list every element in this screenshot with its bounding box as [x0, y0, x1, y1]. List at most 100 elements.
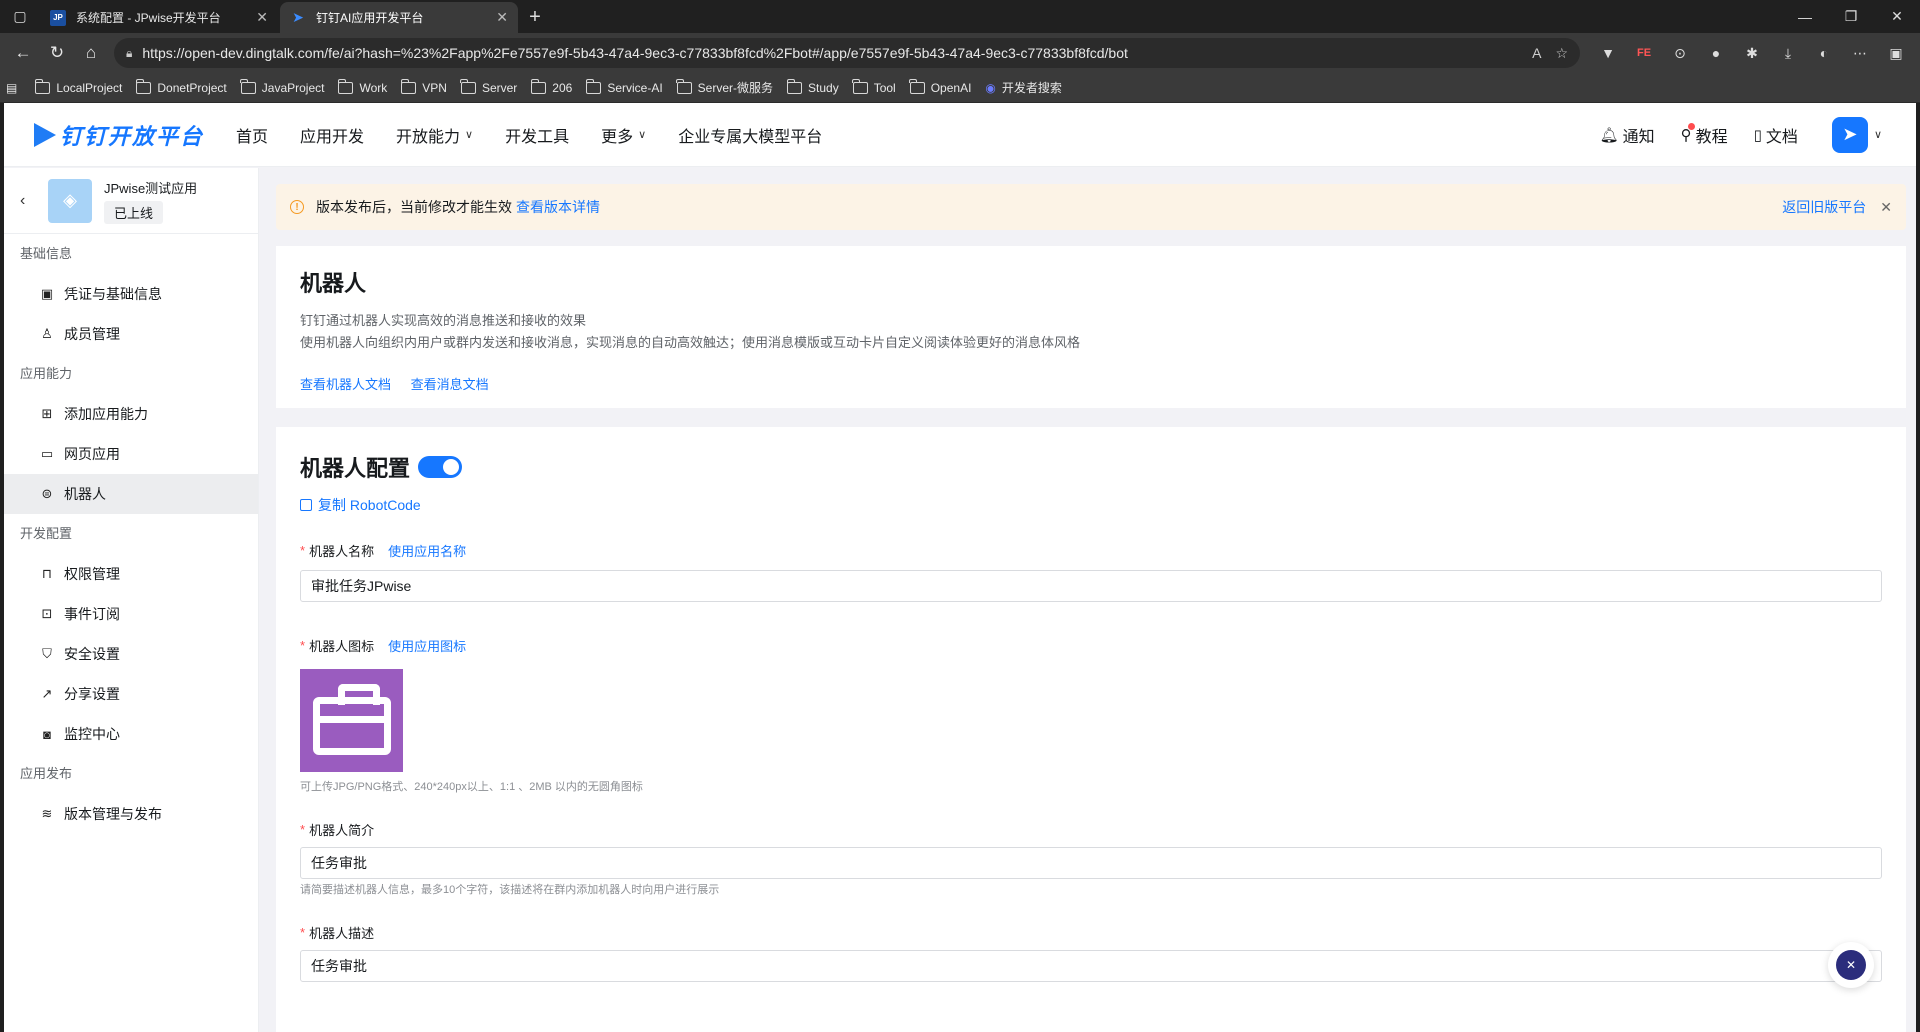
reading-list-icon[interactable]: ▤: [6, 81, 17, 95]
bookmark-label: Server: [481, 80, 518, 95]
robot-icon-upload[interactable]: [300, 669, 403, 772]
read-aloud-icon[interactable]: A: [1532, 45, 1541, 61]
extension-dot-icon[interactable]: ●: [1698, 38, 1734, 68]
download-icon[interactable]: ⤓: [1770, 38, 1806, 68]
book-icon: ▯: [1753, 126, 1762, 144]
bookmark-item[interactable]: OpenAI: [909, 78, 971, 95]
nav-enterprise-llm[interactable]: 企业专属大模型平台: [678, 123, 822, 147]
sidebar-item-label: 事件订阅: [64, 606, 120, 622]
sidebar-item-permissions[interactable]: ⊓ 权限管理: [4, 554, 258, 594]
close-icon[interactable]: ✕: [1880, 199, 1892, 216]
bookmarks-bar: ▤ LocalProject DonetProject JavaProject …: [0, 73, 1920, 103]
sidebar: ‹ ◈ JPwise测试应用 已上线 基础信息 ▣ 凭证与基础信息 ♙ 成员管理 应…: [4, 168, 259, 1032]
message-doc-link[interactable]: 查看消息文档: [411, 377, 489, 392]
robot-name-input[interactable]: 审批任务JPwise: [300, 570, 1882, 602]
use-app-icon-link[interactable]: 使用应用图标: [388, 636, 466, 655]
sidebar-item-members[interactable]: ♙ 成员管理: [4, 314, 258, 354]
url-input[interactable]: 🔒︎ https://open-dev.dingtalk.com/fe/ai?h…: [114, 38, 1580, 68]
back-icon[interactable]: ←: [6, 37, 40, 69]
back-arrow-icon[interactable]: ‹: [20, 192, 48, 210]
id-card-icon: ▣: [40, 286, 54, 301]
sidebar-item-security[interactable]: ⛉ 安全设置: [4, 634, 258, 674]
sidebar-item-web-app[interactable]: ▭ 网页应用: [4, 434, 258, 474]
sidebar-item-credentials[interactable]: ▣ 凭证与基础信息: [4, 274, 258, 314]
sidebar-item-add-capability[interactable]: ⊞ 添加应用能力: [4, 394, 258, 434]
bookmark-item[interactable]: Tool: [852, 78, 896, 95]
browser-tab-1[interactable]: JP 系统配置 - JPwise开发平台 ✕: [40, 2, 278, 33]
tutorial-label: 教程: [1695, 128, 1728, 146]
required-mark: *: [300, 925, 306, 940]
use-app-name-link[interactable]: 使用应用名称: [388, 541, 466, 560]
refresh-icon[interactable]: ↻: [40, 37, 74, 69]
nav-open-capability[interactable]: 开放能力 ∨: [396, 123, 473, 147]
desc-label-row: * 机器人描述: [300, 923, 1882, 942]
close-icon[interactable]: ✕: [256, 9, 268, 26]
bookmark-item[interactable]: VPN: [400, 78, 447, 95]
docs-button[interactable]: ▯ 文档: [1754, 123, 1798, 147]
window-close-icon[interactable]: ✕: [1874, 0, 1920, 33]
close-icon[interactable]: ✕: [496, 9, 508, 26]
nav-more[interactable]: 更多 ∨: [601, 123, 646, 147]
extension-ooo-icon[interactable]: ⊙: [1662, 38, 1698, 68]
sidebar-item-robot[interactable]: ⊜ 机器人: [4, 474, 258, 514]
folder-icon: [337, 78, 354, 94]
bookmark-item[interactable]: Service-AI: [585, 78, 663, 95]
profile-avatar-icon[interactable]: ◐: [1806, 38, 1842, 68]
bookmark-item[interactable]: 206: [530, 78, 572, 95]
bookmark-item[interactable]: LocalProject: [34, 78, 122, 95]
tab-actions-icon[interactable]: ▢: [0, 0, 40, 33]
sidebar-item-version[interactable]: ≋ 版本管理与发布: [4, 794, 258, 834]
required-mark: *: [300, 543, 306, 558]
sidebar-toggle-icon[interactable]: ▣: [1878, 38, 1914, 68]
more-icon[interactable]: ⋯: [1842, 38, 1878, 68]
restore-icon[interactable]: ❐: [1828, 0, 1874, 33]
return-old-platform-link[interactable]: 返回旧版平台: [1782, 197, 1866, 217]
sidebar-item-label: 权限管理: [64, 566, 120, 582]
view-version-link[interactable]: 查看版本详情: [516, 197, 600, 217]
desc-line: 使用机器人向组织内用户或群内发送和接收消息，实现消息的自动高效触达；使用消息模版…: [300, 335, 1081, 350]
version-notice-banner: ! 版本发布后，当前修改才能生效 查看版本详情 返回旧版平台 ✕: [276, 184, 1906, 230]
extensions-area: ▼ FE ⊙ ● ✱ ⤓ ◐ ⋯ ▣: [1590, 38, 1914, 68]
copy-label: 复制 RobotCode: [318, 497, 421, 513]
nav-home[interactable]: 首页: [236, 123, 268, 147]
folder-icon: [34, 78, 51, 94]
sidebar-item-label: 监控中心: [64, 726, 120, 742]
bookmark-item[interactable]: Study: [786, 78, 839, 95]
section-title: 机器人配置: [300, 456, 411, 481]
new-tab-icon[interactable]: +: [520, 2, 550, 33]
bookmark-item[interactable]: Work: [337, 78, 387, 95]
bookmark-item[interactable]: DonetProject: [135, 78, 227, 95]
extension-fe-icon[interactable]: FE: [1626, 38, 1662, 68]
favorite-star-icon[interactable]: ☆: [1555, 45, 1568, 62]
copy-robotcode-button[interactable]: 复制 RobotCode: [300, 495, 1882, 515]
warning-icon: !: [290, 200, 304, 214]
robot-doc-link[interactable]: 查看机器人文档: [300, 377, 391, 392]
sidebar-item-share[interactable]: ↗ 分享设置: [4, 674, 258, 714]
app-name: JPwise测试应用: [104, 180, 198, 196]
bookmark-item[interactable]: JavaProject: [240, 78, 324, 95]
nav-app-dev[interactable]: 应用开发: [300, 123, 364, 147]
bookmark-item[interactable]: ◉ 开发者搜索: [985, 79, 1062, 96]
sidebar-item-monitor[interactable]: ◙ 监控中心: [4, 714, 258, 754]
tutorial-button[interactable]: ⚲ 教程: [1681, 122, 1728, 147]
sidebar-item-events[interactable]: ⊡ 事件订阅: [4, 594, 258, 634]
robot-enable-toggle[interactable]: [418, 456, 463, 478]
dingtalk-logo[interactable]: 钉钉开放平台: [34, 119, 204, 151]
robot-brief-input[interactable]: 任务审批: [300, 847, 1882, 879]
user-menu[interactable]: ➤ ∨: [1831, 116, 1882, 153]
browser-tab-2[interactable]: ➤ 钉钉AI应用开发平台 ✕: [280, 2, 518, 33]
minimize-icon[interactable]: —: [1782, 0, 1828, 33]
extension-puzzle-icon[interactable]: ✱: [1734, 38, 1770, 68]
sidebar-item-label: 凭证与基础信息: [64, 286, 162, 302]
red-dot-badge: [1687, 122, 1695, 130]
docs-label: 文档: [1765, 128, 1798, 146]
extension-v-icon[interactable]: ▼: [1590, 38, 1626, 68]
notify-button[interactable]: 🔔︎ 通知: [1600, 123, 1655, 147]
bookmark-item[interactable]: Server: [460, 78, 518, 95]
bookmark-item[interactable]: Server-微服务: [676, 78, 773, 96]
assistant-float-button[interactable]: ✕: [1828, 942, 1874, 988]
robot-description-input[interactable]: 任务审批: [300, 950, 1882, 982]
nav-dev-tools[interactable]: 开发工具: [505, 123, 569, 147]
home-icon[interactable]: ⌂: [74, 37, 108, 69]
sidebar-group-title: 应用发布: [20, 766, 73, 781]
